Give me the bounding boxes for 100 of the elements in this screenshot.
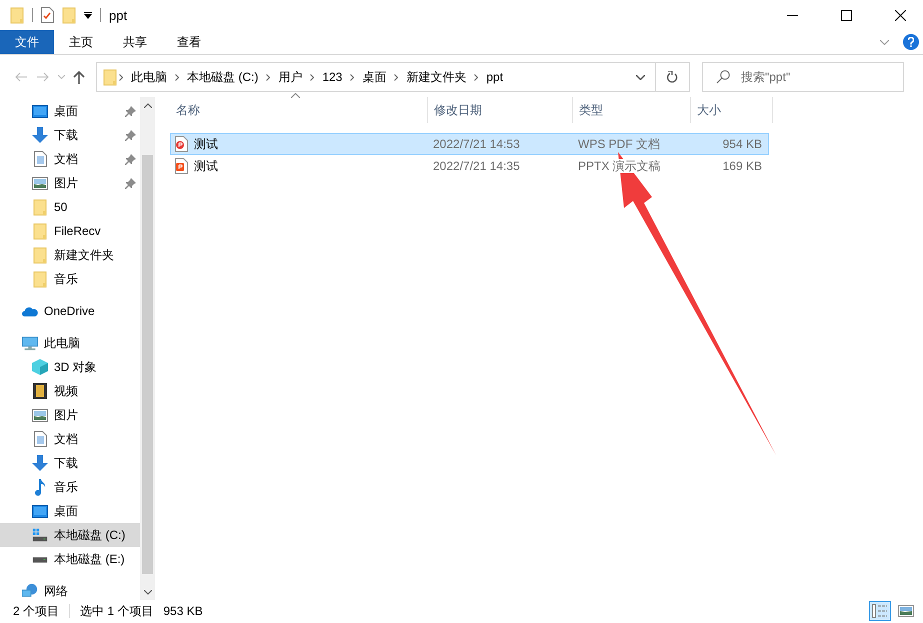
nav-item[interactable]: 图片 [0, 171, 140, 195]
ribbon-tab[interactable]: 主页 [54, 30, 108, 54]
close-icon [894, 10, 906, 20]
breadcrumb-item[interactable]: 123 [316, 70, 348, 84]
details-view-icon [872, 604, 888, 618]
column-header[interactable]: 大小 [691, 97, 773, 123]
picture-icon [32, 176, 48, 190]
music-note-icon [34, 478, 46, 496]
down-arrow-icon [32, 455, 48, 471]
breadcrumb-item[interactable]: ppt [480, 70, 510, 84]
computer-icon [22, 336, 38, 350]
chevron-right-icon [310, 74, 314, 80]
refresh-icon[interactable] [667, 71, 678, 83]
ribbon-tab[interactable]: 共享 [108, 30, 162, 54]
table-cell-text: 954 KB [722, 137, 763, 151]
sort-up-icon [291, 93, 300, 98]
file-row[interactable]: 测试 2022/7/21 14:53 WPS PDF 文档 954 KB [170, 133, 769, 155]
address-bar[interactable]: 此电脑 本地磁盘 (C:) 用户 123 桌面 新建文件夹 ppt [96, 62, 690, 92]
pdf-file-icon [175, 136, 188, 152]
folder-icon [10, 6, 24, 24]
folder-icon [103, 68, 117, 86]
nav-item[interactable]: FileRecv [0, 219, 140, 243]
breadcrumb-item[interactable]: 新建文件夹 [400, 68, 472, 86]
table-cell: WPS PDF 文档 [578, 136, 660, 150]
chevron-right-icon [266, 74, 270, 80]
document-icon [34, 431, 46, 447]
breadcrumb-item[interactable]: 此电脑 [125, 68, 173, 86]
nav-item[interactable]: 此电脑 [0, 331, 140, 355]
scroll-down-icon[interactable] [144, 590, 152, 594]
nav-item[interactable]: OneDrive [0, 299, 140, 323]
presentation-file-icon [175, 158, 188, 174]
selection-count: 选中 1 个项目 [80, 602, 154, 620]
file-row[interactable]: 测试 2022/7/21 14:35 PPTX 演示文稿 169 KB [170, 155, 769, 177]
table-cell: PPTX 演示文稿 [578, 158, 661, 172]
document-icon [34, 151, 46, 167]
breadcrumb-item[interactable]: 桌面 [356, 68, 392, 86]
column-header[interactable]: 类型 [573, 97, 691, 123]
network-icon [22, 583, 38, 599]
folder-icon [33, 246, 47, 264]
maximize-icon [840, 10, 852, 20]
scrollbar[interactable] [140, 97, 155, 600]
nav-item[interactable]: 本地磁盘 (C:) [0, 523, 140, 547]
drive-icon [32, 528, 48, 542]
thumbnail-view-icon [898, 605, 914, 617]
minimize-icon [786, 14, 798, 16]
monitor-icon [32, 504, 48, 518]
table-cell-text: 2022/7/21 14:35 [432, 159, 521, 173]
picture-icon [32, 408, 48, 422]
nav-item[interactable]: 文档 [0, 427, 140, 451]
chevron-right-icon [474, 74, 478, 80]
chevron-right-icon [119, 74, 123, 80]
monitor-icon [32, 104, 48, 118]
breadcrumb-item[interactable]: 本地磁盘 (C:) [181, 68, 264, 86]
window-title: ppt [109, 8, 128, 22]
folder-icon [33, 198, 47, 216]
new-folder-icon [62, 6, 76, 24]
nav-item[interactable]: 下载 [0, 123, 140, 147]
folder-icon [33, 222, 47, 240]
column-header[interactable]: 修改日期 [428, 97, 573, 123]
cube-icon [32, 359, 48, 375]
file-name: 测试 [194, 158, 218, 174]
properties-icon[interactable] [41, 7, 54, 23]
ribbon-tab[interactable]: 查看 [162, 30, 216, 54]
view-button[interactable] [869, 601, 891, 621]
nav-item[interactable]: 音乐 [0, 475, 140, 499]
selection-size: 953 KB [163, 604, 203, 618]
nav-item[interactable]: 网络 [0, 579, 140, 603]
table-cell-text: 169 KB [722, 159, 763, 173]
breadcrumb-item[interactable]: 用户 [272, 68, 308, 86]
file-name: 测试 [194, 136, 218, 152]
scroll-up-icon[interactable] [144, 102, 152, 108]
nav-item[interactable]: 桌面 [0, 499, 140, 523]
nav-item[interactable]: 图片 [0, 403, 140, 427]
cloud-icon [22, 306, 38, 316]
nav-item[interactable]: 桌面 [0, 99, 140, 123]
nav-item[interactable]: 本地磁盘 (E:) [0, 547, 140, 571]
nav-item[interactable]: 音乐 [0, 267, 140, 291]
chevron-right-icon [350, 74, 354, 80]
chevron-right-icon [175, 74, 179, 80]
chevron-right-icon [394, 74, 398, 80]
column-header[interactable]: 名称 [170, 97, 428, 123]
folder-icon [33, 270, 47, 288]
film-icon [33, 383, 47, 399]
down-arrow-icon [32, 127, 48, 143]
item-count: 2 个项目 [13, 602, 60, 620]
drive-icon [32, 556, 48, 562]
nav-item[interactable]: 文档 [0, 147, 140, 171]
nav-item[interactable]: 新建文件夹 [0, 243, 140, 267]
chevron-down-icon[interactable] [636, 74, 644, 80]
dropdown-icon[interactable] [84, 12, 92, 18]
nav-item[interactable]: 50 [0, 195, 140, 219]
nav-item[interactable]: 3D 对象 [0, 355, 140, 379]
search-field[interactable]: 搜索"ppt" [702, 62, 904, 92]
nav-item[interactable]: 视频 [0, 379, 140, 403]
table-cell-text: 2022/7/21 14:53 [432, 137, 521, 151]
help-icon[interactable] [903, 34, 919, 50]
ribbon-tab[interactable]: 文件 [0, 30, 54, 54]
nav-item[interactable]: 下载 [0, 451, 140, 475]
search-icon [716, 70, 730, 84]
up-arrow-icon[interactable] [73, 70, 85, 84]
